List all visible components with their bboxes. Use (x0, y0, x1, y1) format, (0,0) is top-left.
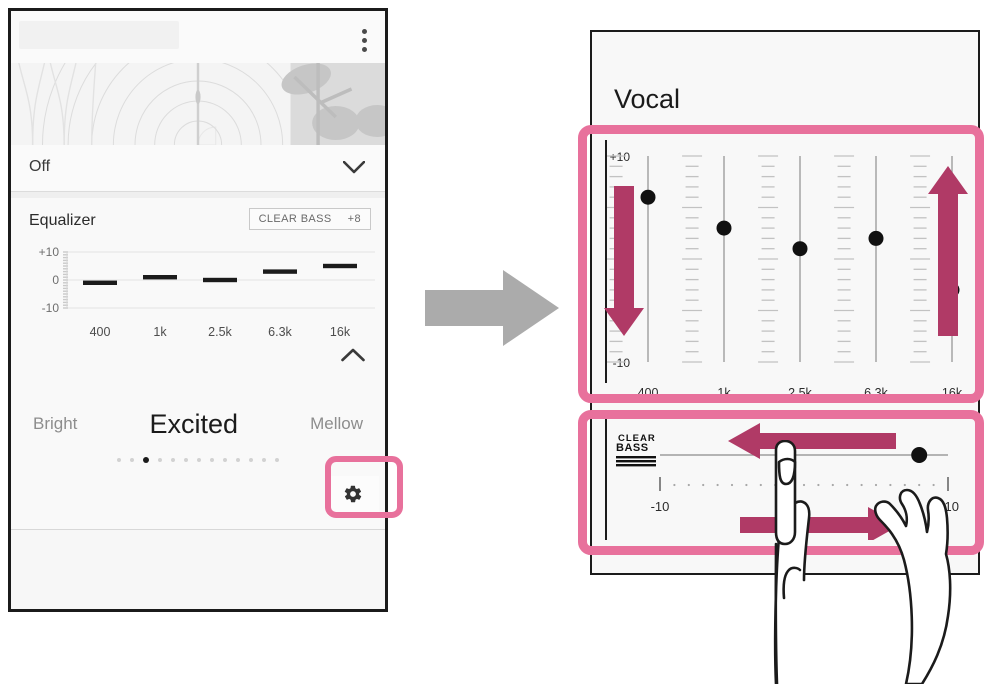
app-title-placeholder (19, 21, 179, 49)
carousel-dot (249, 458, 253, 462)
svg-text:16k: 16k (330, 325, 351, 339)
mini-equalizer-chart[interactable]: +10 0 -10 400 1k 2.5k 6.3k 16k (23, 242, 379, 342)
kebab-dot (362, 38, 367, 43)
phone-footer-area (11, 530, 385, 609)
svg-text:400: 400 (90, 325, 111, 339)
clear-bass-badge-value: +8 (347, 213, 361, 225)
svg-text:+10: +10 (937, 499, 959, 514)
carousel-dot (184, 458, 188, 462)
kebab-dot (362, 47, 367, 52)
svg-text:1k: 1k (153, 325, 167, 339)
carousel-dots (11, 457, 385, 463)
svg-text:BASS: BASS (616, 442, 649, 454)
chevron-down-icon[interactable] (343, 161, 365, 174)
kebab-menu-icon[interactable] (362, 29, 367, 52)
carousel-dot (197, 458, 201, 462)
preset-labels-row: Bright Excited Mellow (11, 400, 385, 448)
clear-bass-badge-label: CLEAR BASS (258, 213, 332, 225)
svg-text:6.3k: 6.3k (268, 325, 292, 339)
carousel-dot (275, 458, 279, 462)
phone-screen-panel: Off Equalizer CLEAR BASS +8 +10 0 -10 400 1k… (8, 8, 388, 612)
carousel-dot (210, 458, 214, 462)
svg-text:1k: 1k (717, 386, 731, 400)
svg-text:+10: +10 (610, 150, 631, 164)
kebab-dot (362, 29, 367, 34)
equalizer-title: Equalizer (29, 212, 96, 229)
svg-text:0: 0 (52, 273, 59, 287)
svg-text:-10: -10 (613, 356, 631, 370)
svg-text:2.5k: 2.5k (788, 386, 812, 400)
vocal-equalizer-sliders[interactable]: +10 -10 400 1k 2.5k 6.3k 16k (600, 140, 972, 405)
equalizer-card: Equalizer CLEAR BASS +8 +10 0 -10 400 1k 2.5k… (11, 198, 385, 384)
svg-text:-10: -10 (651, 499, 670, 514)
preset-label-current: Excited (149, 408, 239, 439)
carousel-dot (262, 458, 266, 462)
svg-text:-10: -10 (42, 301, 60, 315)
vocal-title: Vocal (614, 84, 681, 114)
illustration-stage: Off Equalizer CLEAR BASS +8 +10 0 -10 400 1k… (0, 0, 1000, 684)
hero-artwork (11, 63, 385, 145)
carousel-dot (223, 458, 227, 462)
svg-text:+10: +10 (39, 245, 60, 259)
right-arrow-icon (425, 268, 560, 348)
preset-label-right[interactable]: Mellow (310, 414, 363, 434)
clear-bass-badge[interactable]: CLEAR BASS +8 (248, 208, 371, 230)
chevron-up-icon[interactable] (341, 348, 365, 362)
sound-effect-row[interactable]: Off (11, 145, 385, 192)
carousel-dot (171, 458, 175, 462)
svg-text:16k: 16k (942, 386, 963, 400)
carousel-dot (158, 458, 162, 462)
carousel-dot (130, 458, 134, 462)
carousel-dot (236, 458, 240, 462)
gear-icon (343, 484, 363, 509)
sound-effect-value: Off (29, 158, 51, 175)
preset-carousel[interactable]: Bright Excited Mellow (11, 384, 385, 530)
svg-text:400: 400 (638, 386, 659, 400)
carousel-dot (117, 458, 121, 462)
clear-bass-slider-section[interactable]: CLEAR BASS -10 +10 (600, 415, 972, 540)
settings-button[interactable] (327, 476, 379, 516)
carousel-dot-active (143, 457, 149, 463)
app-top-bar (11, 11, 385, 63)
preset-label-left[interactable]: Bright (33, 414, 77, 434)
svg-text:2.5k: 2.5k (208, 325, 232, 339)
svg-text:6.3k: 6.3k (864, 386, 888, 400)
